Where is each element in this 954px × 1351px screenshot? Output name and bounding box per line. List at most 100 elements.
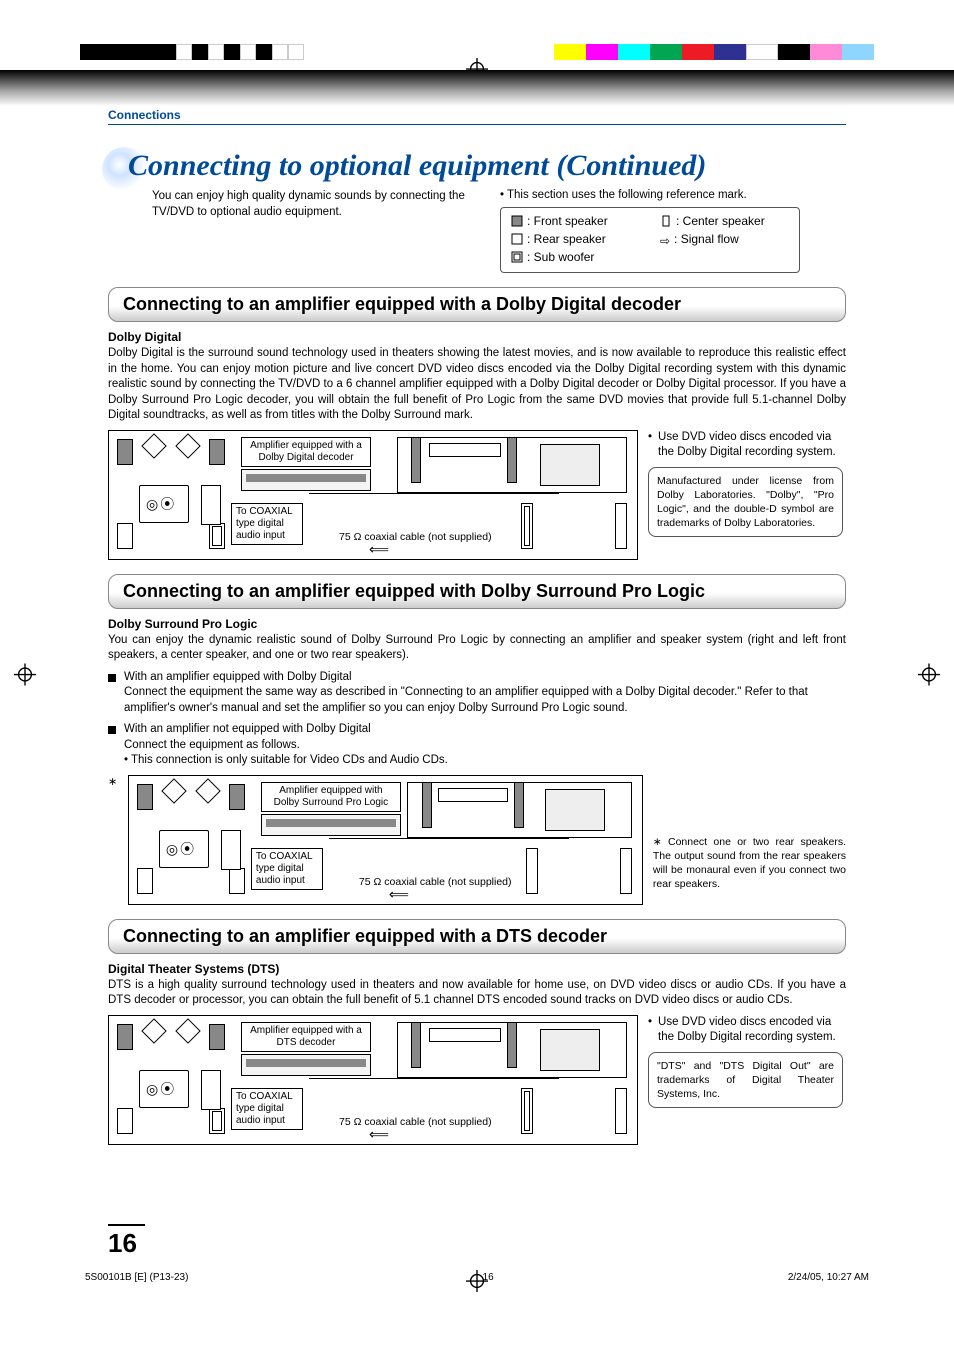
legend-center-speaker: : Center speaker bbox=[660, 214, 789, 230]
cable-label: 75 Ω coaxial cable (not supplied) bbox=[339, 531, 492, 543]
cable-line bbox=[329, 838, 569, 839]
front-speaker-icon bbox=[117, 1024, 133, 1050]
section-1-diagram: Amplifier equipped with a Dolby Digital … bbox=[108, 430, 638, 560]
center-speaker-icon bbox=[161, 778, 186, 803]
section-3-subhead: Digital Theater Systems (DTS) bbox=[108, 962, 846, 976]
center-speaker-icon bbox=[175, 433, 200, 458]
arrow-left-icon: ⟸ bbox=[369, 1126, 389, 1143]
subwoofer-icon bbox=[521, 503, 533, 549]
remote-icon bbox=[221, 830, 241, 870]
center-speaker-icon bbox=[141, 1018, 166, 1043]
front-speaker-icon bbox=[411, 1022, 421, 1068]
bullet-1-title: With an amplifier equipped with Dolby Di… bbox=[124, 670, 846, 686]
center-speaker-icon bbox=[429, 1028, 501, 1042]
rear-speaker-icon bbox=[526, 848, 538, 894]
rear-speaker-icon bbox=[615, 1088, 627, 1134]
amplifier-icon bbox=[241, 1054, 371, 1076]
section-2-side-note: ∗ Connect one or two rear speakers. The … bbox=[653, 835, 846, 892]
subwoofer-icon bbox=[209, 523, 225, 549]
coax-label: To COAXIAL type digital audio input bbox=[231, 503, 303, 545]
amp-label: Amplifier equipped with a Dolby Digital … bbox=[241, 437, 371, 467]
center-speaker-icon bbox=[429, 443, 501, 457]
rear-speaker-icon bbox=[615, 503, 627, 549]
registration-mark-bottom bbox=[466, 1270, 488, 1295]
bullet-2-body: Connect the equipment as follows. bbox=[124, 738, 846, 754]
square-bullet-icon bbox=[108, 726, 116, 734]
disc-icon bbox=[139, 1070, 189, 1108]
remote-icon bbox=[201, 1070, 221, 1110]
amp-label: Amplifier equipped with a DTS decoder bbox=[241, 1022, 371, 1052]
front-speaker-icon bbox=[117, 439, 133, 465]
arrow-left-icon: ⟸ bbox=[369, 541, 389, 558]
section-3-diagram: Amplifier equipped with a DTS decoder To… bbox=[108, 1015, 638, 1145]
amplifier-icon bbox=[261, 814, 401, 836]
legend-box: : Front speaker : Center speaker : Rear … bbox=[500, 207, 800, 273]
legend-signal-flow: ⇨: Signal flow bbox=[660, 232, 789, 248]
front-speaker-icon bbox=[411, 437, 421, 483]
remote-icon bbox=[201, 485, 221, 525]
front-speaker-icon bbox=[514, 782, 524, 828]
section-1-license-note: Manufactured under license from Dolby La… bbox=[648, 467, 843, 538]
section-1-subhead: Dolby Digital bbox=[108, 330, 846, 344]
subwoofer-icon bbox=[521, 1088, 533, 1134]
bullet-1-body: Connect the equipment the same way as de… bbox=[124, 685, 846, 716]
signal-flow-icon: ⇨ bbox=[660, 234, 670, 248]
reference-mark-note: • This section uses the following refere… bbox=[500, 189, 800, 201]
printer-color-swatches bbox=[554, 44, 874, 60]
header-gradient bbox=[0, 70, 954, 106]
footer-right: 2/24/05, 10:27 AM bbox=[788, 1272, 869, 1283]
section-3-license-note: "DTS" and "DTS Digital Out" are trademar… bbox=[648, 1052, 843, 1109]
page-number: 16 bbox=[108, 1224, 145, 1259]
section-2-bullet-1: With an amplifier equipped with Dolby Di… bbox=[108, 670, 846, 717]
front-speaker-icon bbox=[507, 437, 517, 483]
disc-icon bbox=[159, 830, 209, 868]
section-1-heading: Connecting to an amplifier equipped with… bbox=[108, 287, 846, 322]
amp-label: Amplifier equipped with Dolby Surround P… bbox=[261, 782, 401, 812]
section-2-heading: Connecting to an amplifier equipped with… bbox=[108, 574, 846, 609]
breadcrumb: Connections bbox=[108, 108, 846, 125]
rear-speaker-icon bbox=[117, 1108, 133, 1134]
front-speaker-icon bbox=[507, 1022, 517, 1068]
rear-speaker-icon bbox=[229, 868, 245, 894]
subwoofer-icon bbox=[209, 1108, 225, 1134]
section-1-paragraph: Dolby Digital is the surround sound tech… bbox=[108, 346, 846, 424]
front-speaker-icon bbox=[137, 784, 153, 810]
cable-line bbox=[309, 1078, 559, 1079]
section-2-bullet-2: With an amplifier not equipped with Dolb… bbox=[108, 722, 846, 769]
page-title-text: Connecting to optional equipment (Contin… bbox=[128, 149, 706, 182]
front-speaker-icon bbox=[209, 439, 225, 465]
footer-left: 5S00101B [E] (P13-23) bbox=[85, 1272, 188, 1283]
front-speaker-icon bbox=[422, 782, 432, 828]
square-bullet-icon bbox=[108, 674, 116, 682]
section-2-subhead: Dolby Surround Pro Logic bbox=[108, 617, 846, 631]
section-3-paragraph: DTS is a high quality surround technolog… bbox=[108, 978, 846, 1009]
section-3-side-bullet: •Use DVD video discs encoded via the Dol… bbox=[648, 1015, 843, 1046]
section-3-heading: Connecting to an amplifier equipped with… bbox=[108, 919, 846, 954]
bullet-2-title: With an amplifier not equipped with Dolb… bbox=[124, 722, 846, 738]
front-speaker-icon bbox=[511, 215, 523, 230]
front-speaker-icon bbox=[209, 1024, 225, 1050]
center-speaker-icon bbox=[438, 788, 508, 802]
registration-mark-right bbox=[918, 663, 940, 688]
legend-rear-speaker: : Rear speaker bbox=[511, 232, 632, 248]
coax-label: To COAXIAL type digital audio input bbox=[251, 848, 323, 890]
section-2-diagram: Amplifier equipped with Dolby Surround P… bbox=[128, 775, 643, 905]
rear-speaker-icon bbox=[117, 523, 133, 549]
bullet-2-note: • This connection is only suitable for V… bbox=[124, 753, 846, 769]
center-speaker-icon bbox=[175, 1018, 200, 1043]
registration-mark-left bbox=[14, 663, 36, 688]
cable-label: 75 Ω coaxial cable (not supplied) bbox=[339, 1116, 492, 1128]
amplifier-icon bbox=[241, 469, 371, 491]
center-speaker-icon bbox=[141, 433, 166, 458]
subwoofer-icon bbox=[511, 251, 523, 266]
asterisk-marker: ∗ bbox=[108, 775, 118, 788]
legend-sub-woofer: : Sub woofer bbox=[511, 250, 632, 266]
disc-icon bbox=[139, 485, 189, 523]
rear-speaker-icon bbox=[511, 233, 523, 248]
arrow-left-icon: ⟸ bbox=[389, 886, 409, 903]
legend-front-speaker: : Front speaker bbox=[511, 214, 632, 230]
rear-speaker-icon bbox=[137, 868, 153, 894]
section-2-paragraph: You can enjoy the dynamic realistic soun… bbox=[108, 633, 846, 664]
coax-label: To COAXIAL type digital audio input bbox=[231, 1088, 303, 1130]
center-speaker-icon bbox=[660, 215, 672, 230]
